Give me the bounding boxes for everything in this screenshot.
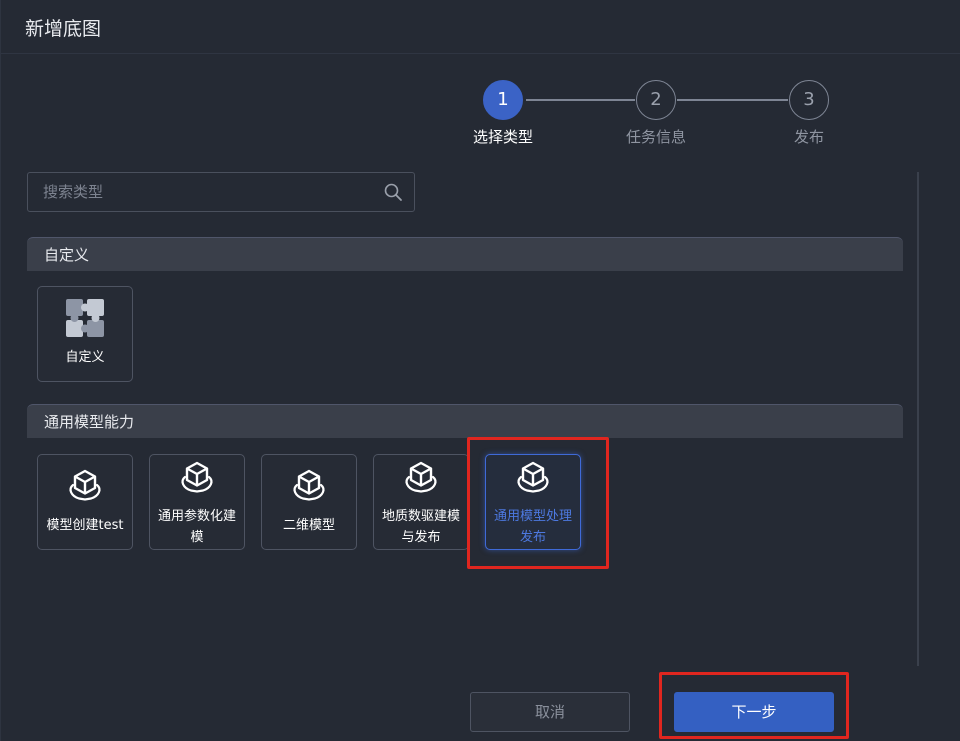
type-card-label: 地质数驱建模与发布 (381, 509, 460, 545)
search-box (27, 172, 415, 212)
cube-icon (293, 469, 325, 501)
dialog: 新增底图 1 选择类型 2 任务信息 3 发布 自定义 (0, 0, 960, 741)
type-card-2d-model[interactable]: 二维模型 (261, 454, 357, 550)
step-2-label: 任务信息 (625, 128, 687, 146)
type-card-label: 自定义 (65, 350, 105, 365)
scrollbar[interactable] (917, 172, 919, 666)
type-card-label: 二维模型 (282, 518, 335, 533)
type-card-label: 通用参数化建模 (157, 509, 236, 545)
step-3-number: 3 (789, 80, 829, 120)
cancel-button[interactable]: 取消 (470, 692, 630, 732)
highlight-box-selected-card (467, 437, 609, 569)
step-2-number: 2 (636, 80, 676, 120)
search-icon[interactable] (383, 182, 403, 202)
dialog-title: 新增底图 (25, 18, 102, 40)
step-1: 1 选择类型 (473, 80, 533, 146)
type-card-model-create[interactable]: 模型创建test (37, 454, 133, 550)
section-header-general-model: 通用模型能力 (27, 404, 903, 438)
step-2: 2 任务信息 (626, 80, 686, 146)
puzzle-icon (66, 299, 104, 337)
highlight-box-next-button (659, 672, 849, 739)
cube-icon (69, 469, 101, 501)
type-card-parametric-modeling[interactable]: 通用参数化建模 (149, 454, 245, 550)
step-1-label: 选择类型 (472, 128, 534, 146)
header-divider (1, 53, 960, 54)
search-input[interactable] (28, 173, 368, 211)
step-connector-2 (677, 99, 788, 101)
step-1-number: 1 (483, 80, 523, 120)
step-3: 3 发布 (789, 80, 829, 146)
type-card-custom[interactable]: 自定义 (37, 286, 133, 382)
section-header-custom: 自定义 (27, 237, 903, 271)
cube-icon (405, 461, 437, 493)
cube-icon (181, 461, 213, 493)
step-connector-1 (526, 99, 635, 101)
type-card-geology-modeling[interactable]: 地质数驱建模与发布 (373, 454, 469, 550)
step-3-label: 发布 (793, 128, 825, 146)
type-card-label: 模型创建test (46, 518, 124, 533)
